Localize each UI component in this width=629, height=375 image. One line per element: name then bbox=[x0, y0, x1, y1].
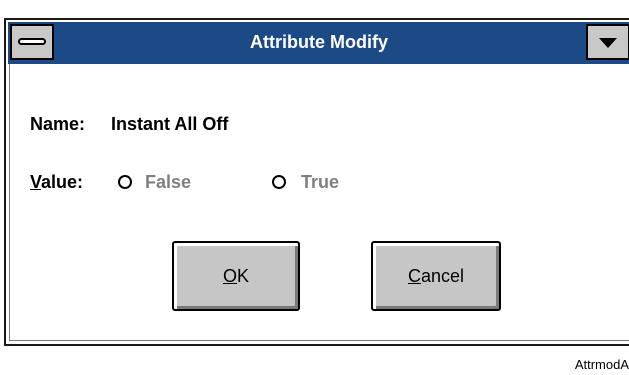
ok-button[interactable]: OK bbox=[172, 241, 300, 311]
triangle-down-icon bbox=[599, 38, 617, 48]
value-label-text: alue: bbox=[41, 172, 84, 192]
false-radio[interactable] bbox=[118, 175, 132, 189]
true-radio[interactable] bbox=[272, 175, 286, 189]
value-label: Value: bbox=[30, 172, 83, 193]
ok-button-label: OK bbox=[174, 243, 298, 309]
name-label-mnemonic: N bbox=[30, 114, 43, 134]
name-label-text: ame: bbox=[43, 114, 86, 134]
cancel-mnemonic: C bbox=[407, 266, 421, 286]
name-value: Instant All Off bbox=[111, 114, 229, 134]
cancel-label-text: ancel bbox=[420, 266, 465, 286]
ok-label-text: K bbox=[237, 266, 250, 286]
minus-bar-icon bbox=[18, 38, 46, 45]
true-radio-label[interactable]: True bbox=[301, 172, 339, 193]
cancel-button[interactable]: Cancel bbox=[371, 241, 501, 311]
system-menu-button[interactable] bbox=[10, 24, 54, 60]
figure-caption: AttrmodA bbox=[574, 357, 629, 372]
value-label-mnemonic: V bbox=[30, 172, 42, 192]
window-title: Attribute Modify bbox=[250, 32, 388, 52]
ok-mnemonic: O bbox=[222, 266, 237, 286]
name-label: Name: bbox=[30, 114, 85, 135]
dropdown-button[interactable] bbox=[586, 24, 629, 60]
cancel-button-label: Cancel bbox=[373, 243, 499, 309]
false-radio-label[interactable]: False bbox=[145, 172, 191, 193]
